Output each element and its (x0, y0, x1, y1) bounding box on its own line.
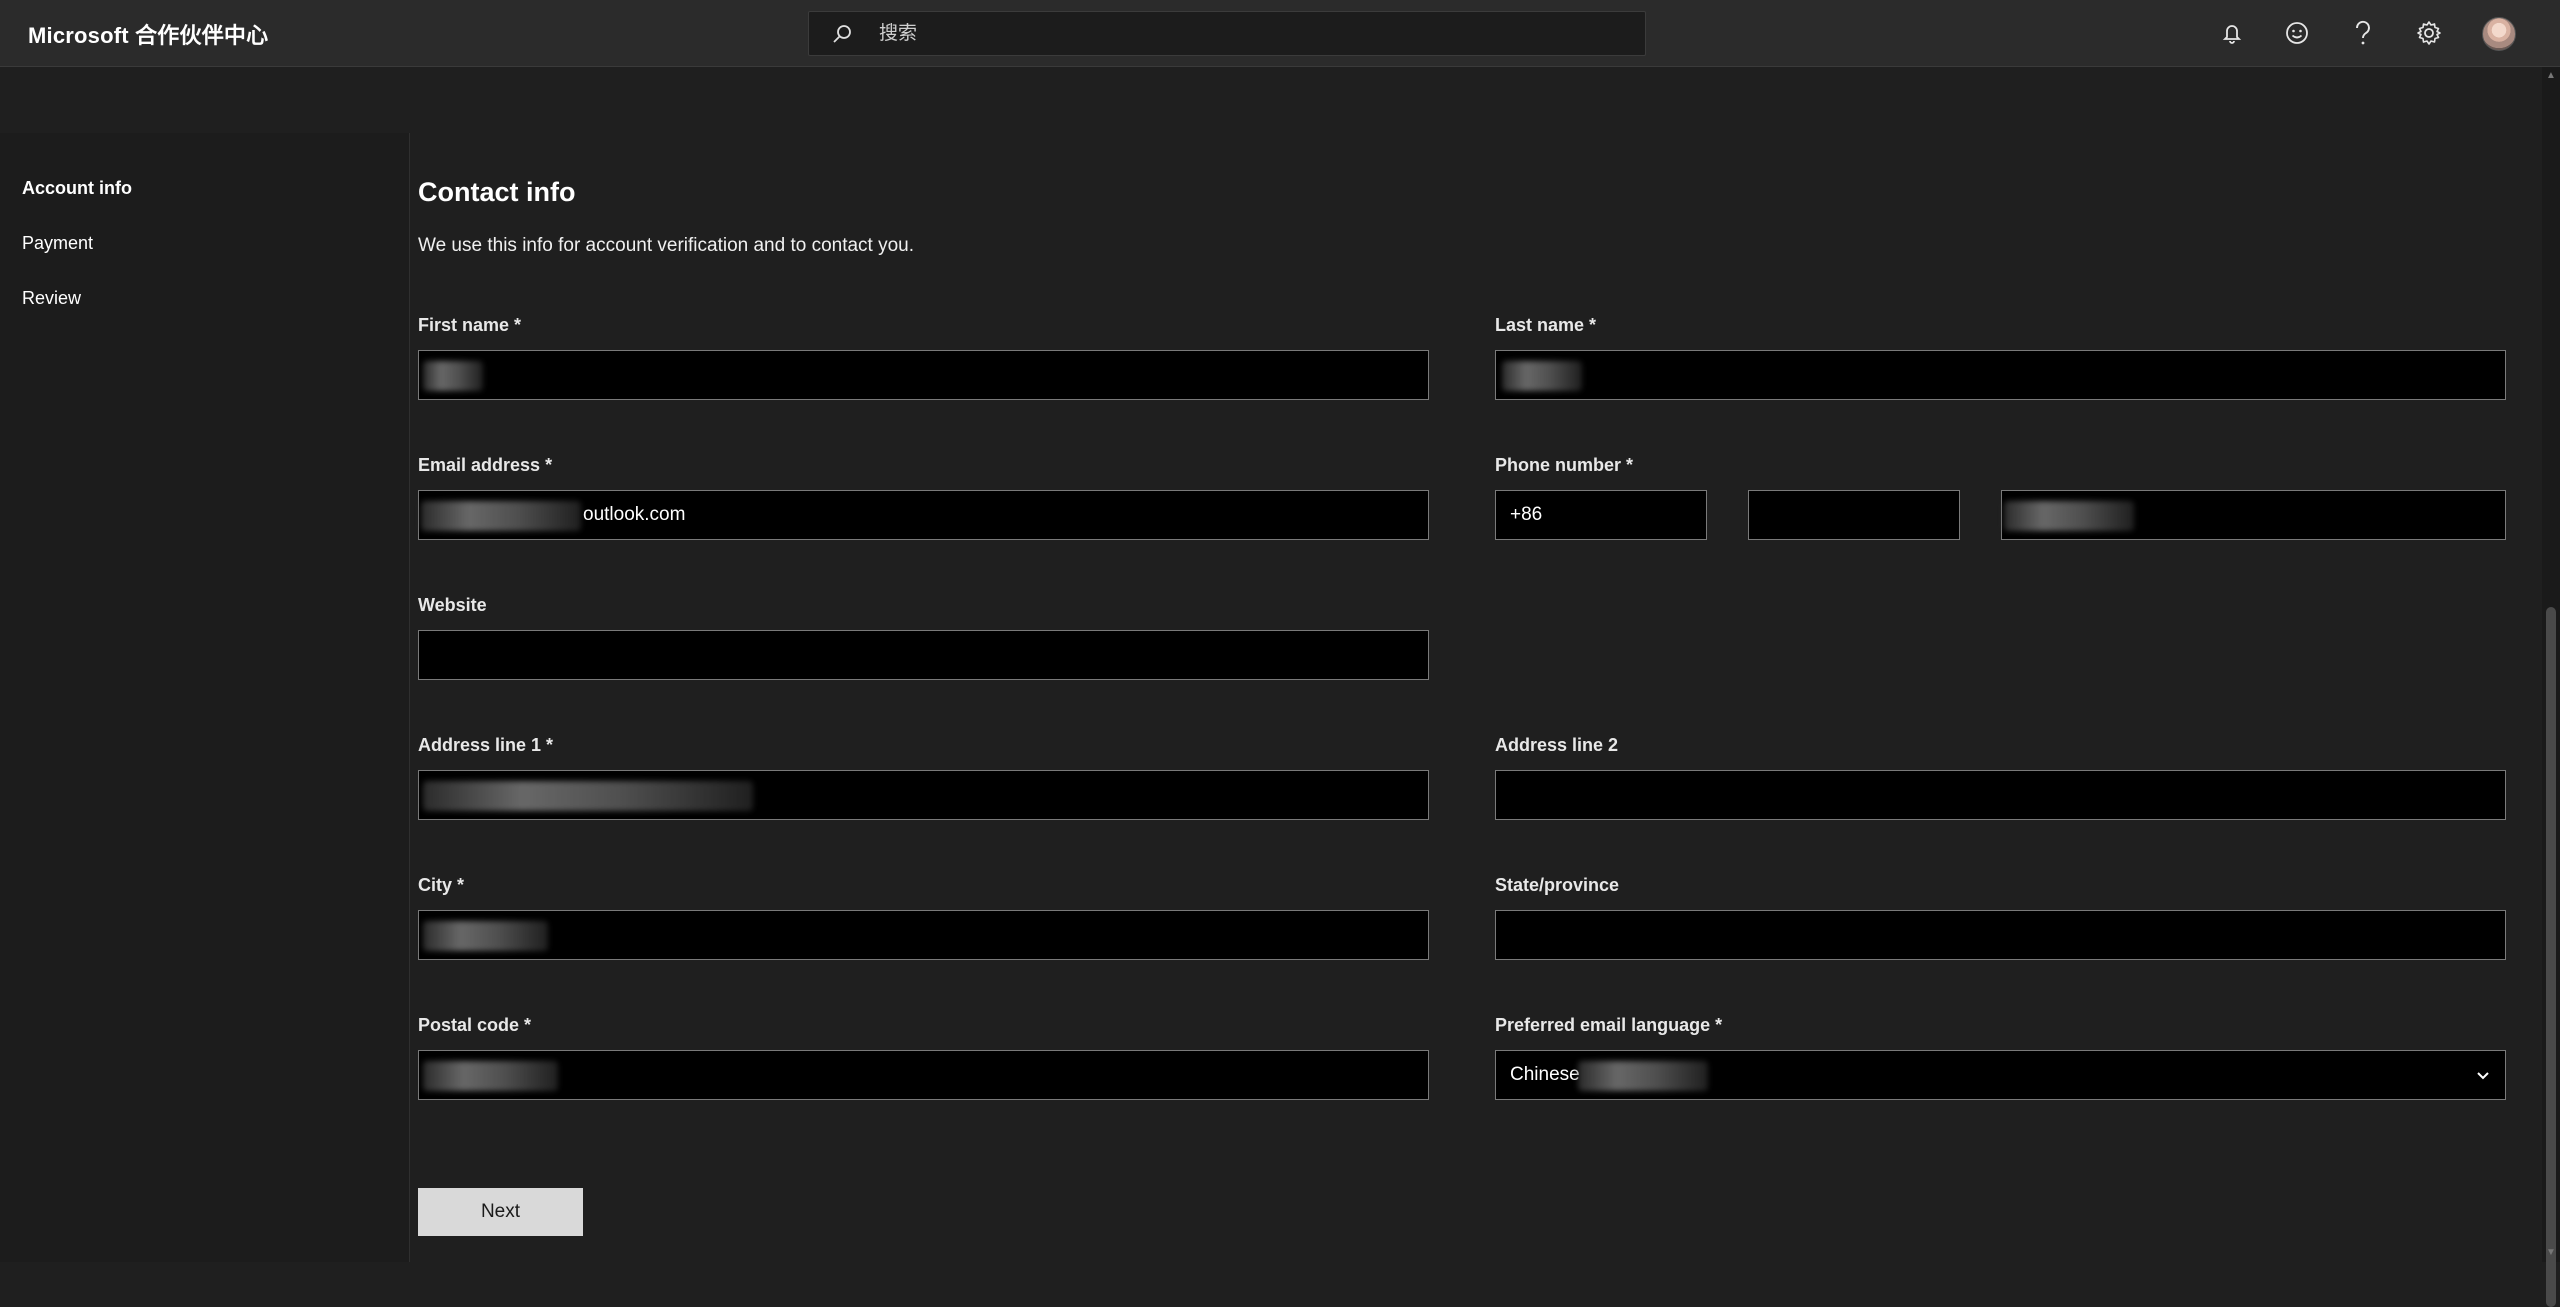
first-name-field[interactable] (418, 350, 1429, 400)
city-label: City * (418, 875, 465, 895)
sidebar-item-account-info[interactable]: Account info (22, 178, 132, 199)
avatar[interactable] (2482, 17, 2516, 51)
last-name-input[interactable] (1496, 351, 2505, 399)
redacted-value (1578, 1061, 1708, 1091)
phone-number-field[interactable] (2001, 490, 2506, 540)
redacted-value (423, 921, 548, 951)
last-name-label: Last name * (1495, 315, 1597, 335)
sidebar-item-payment[interactable]: Payment (22, 233, 93, 254)
website-field[interactable] (418, 630, 1429, 680)
help-icon[interactable] (2350, 20, 2376, 46)
scroll-up-icon[interactable]: ▲ (2546, 71, 2556, 81)
address2-input[interactable] (1496, 771, 2505, 819)
address2-label: Address line 2 (1495, 735, 1619, 755)
scrollbar-thumb[interactable] (2546, 607, 2556, 1307)
sidebar: Account info Payment Review (0, 133, 410, 1262)
scroll-down-icon[interactable]: ▼ (2546, 1248, 2556, 1258)
phone-country-code-field[interactable]: +86 (1495, 490, 1707, 540)
redacted-value (423, 361, 483, 391)
postal-input[interactable] (419, 1051, 1428, 1099)
state-label: State/province (1495, 875, 1620, 895)
first-name-input[interactable] (419, 351, 1428, 399)
next-button[interactable]: Next (418, 1188, 583, 1236)
chevron-down-icon[interactable] (2473, 1065, 2493, 1085)
email-input[interactable]: outlook.com (419, 491, 1428, 539)
state-input[interactable] (1496, 911, 2505, 959)
main-content: Contact info We use this info for accoun… (418, 67, 2538, 1262)
app-title[interactable]: Microsoft 合作伙伴中心 (28, 18, 268, 50)
last-name-field[interactable] (1495, 350, 2506, 400)
postal-field[interactable] (418, 1050, 1429, 1100)
scrollbar[interactable]: ▲ ▼ (2542, 67, 2560, 1307)
search-box[interactable] (808, 11, 1646, 56)
state-field[interactable] (1495, 910, 2506, 960)
postal-label: Postal code * (418, 1015, 532, 1035)
page-subtitle: We use this info for account verificatio… (418, 235, 915, 256)
city-field[interactable] (418, 910, 1429, 960)
website-input[interactable] (419, 631, 1428, 679)
search-icon (831, 23, 853, 45)
language-select[interactable]: Chinese (1495, 1050, 2506, 1100)
email-label: Email address * (418, 455, 553, 475)
redacted-value (1502, 361, 1582, 391)
address1-label: Address line 1 * (418, 735, 554, 755)
phone-area-code-field[interactable] (1748, 490, 1960, 540)
redacted-value (2004, 501, 2134, 531)
city-input[interactable] (419, 911, 1428, 959)
bell-icon[interactable] (2219, 20, 2245, 46)
search-input[interactable] (879, 12, 1619, 55)
address2-field[interactable] (1495, 770, 2506, 820)
smiley-icon[interactable] (2284, 20, 2310, 46)
page-title: Contact info (418, 177, 576, 207)
redacted-value (423, 1061, 558, 1091)
phone-country-code-input[interactable]: +86 (1496, 491, 1706, 539)
first-name-label: First name * (418, 315, 522, 335)
top-bar: Microsoft 合作伙伴中心 (0, 0, 2560, 67)
sidebar-item-review[interactable]: Review (22, 288, 81, 309)
redacted-value (423, 781, 753, 811)
address1-field[interactable] (418, 770, 1429, 820)
language-label: Preferred email language * (1495, 1015, 1723, 1035)
phone-area-code-input[interactable] (1749, 491, 1959, 539)
gear-icon[interactable] (2416, 20, 2442, 46)
phone-label: Phone number * (1495, 455, 1634, 475)
website-label: Website (418, 595, 487, 615)
email-field[interactable]: outlook.com (418, 490, 1429, 540)
